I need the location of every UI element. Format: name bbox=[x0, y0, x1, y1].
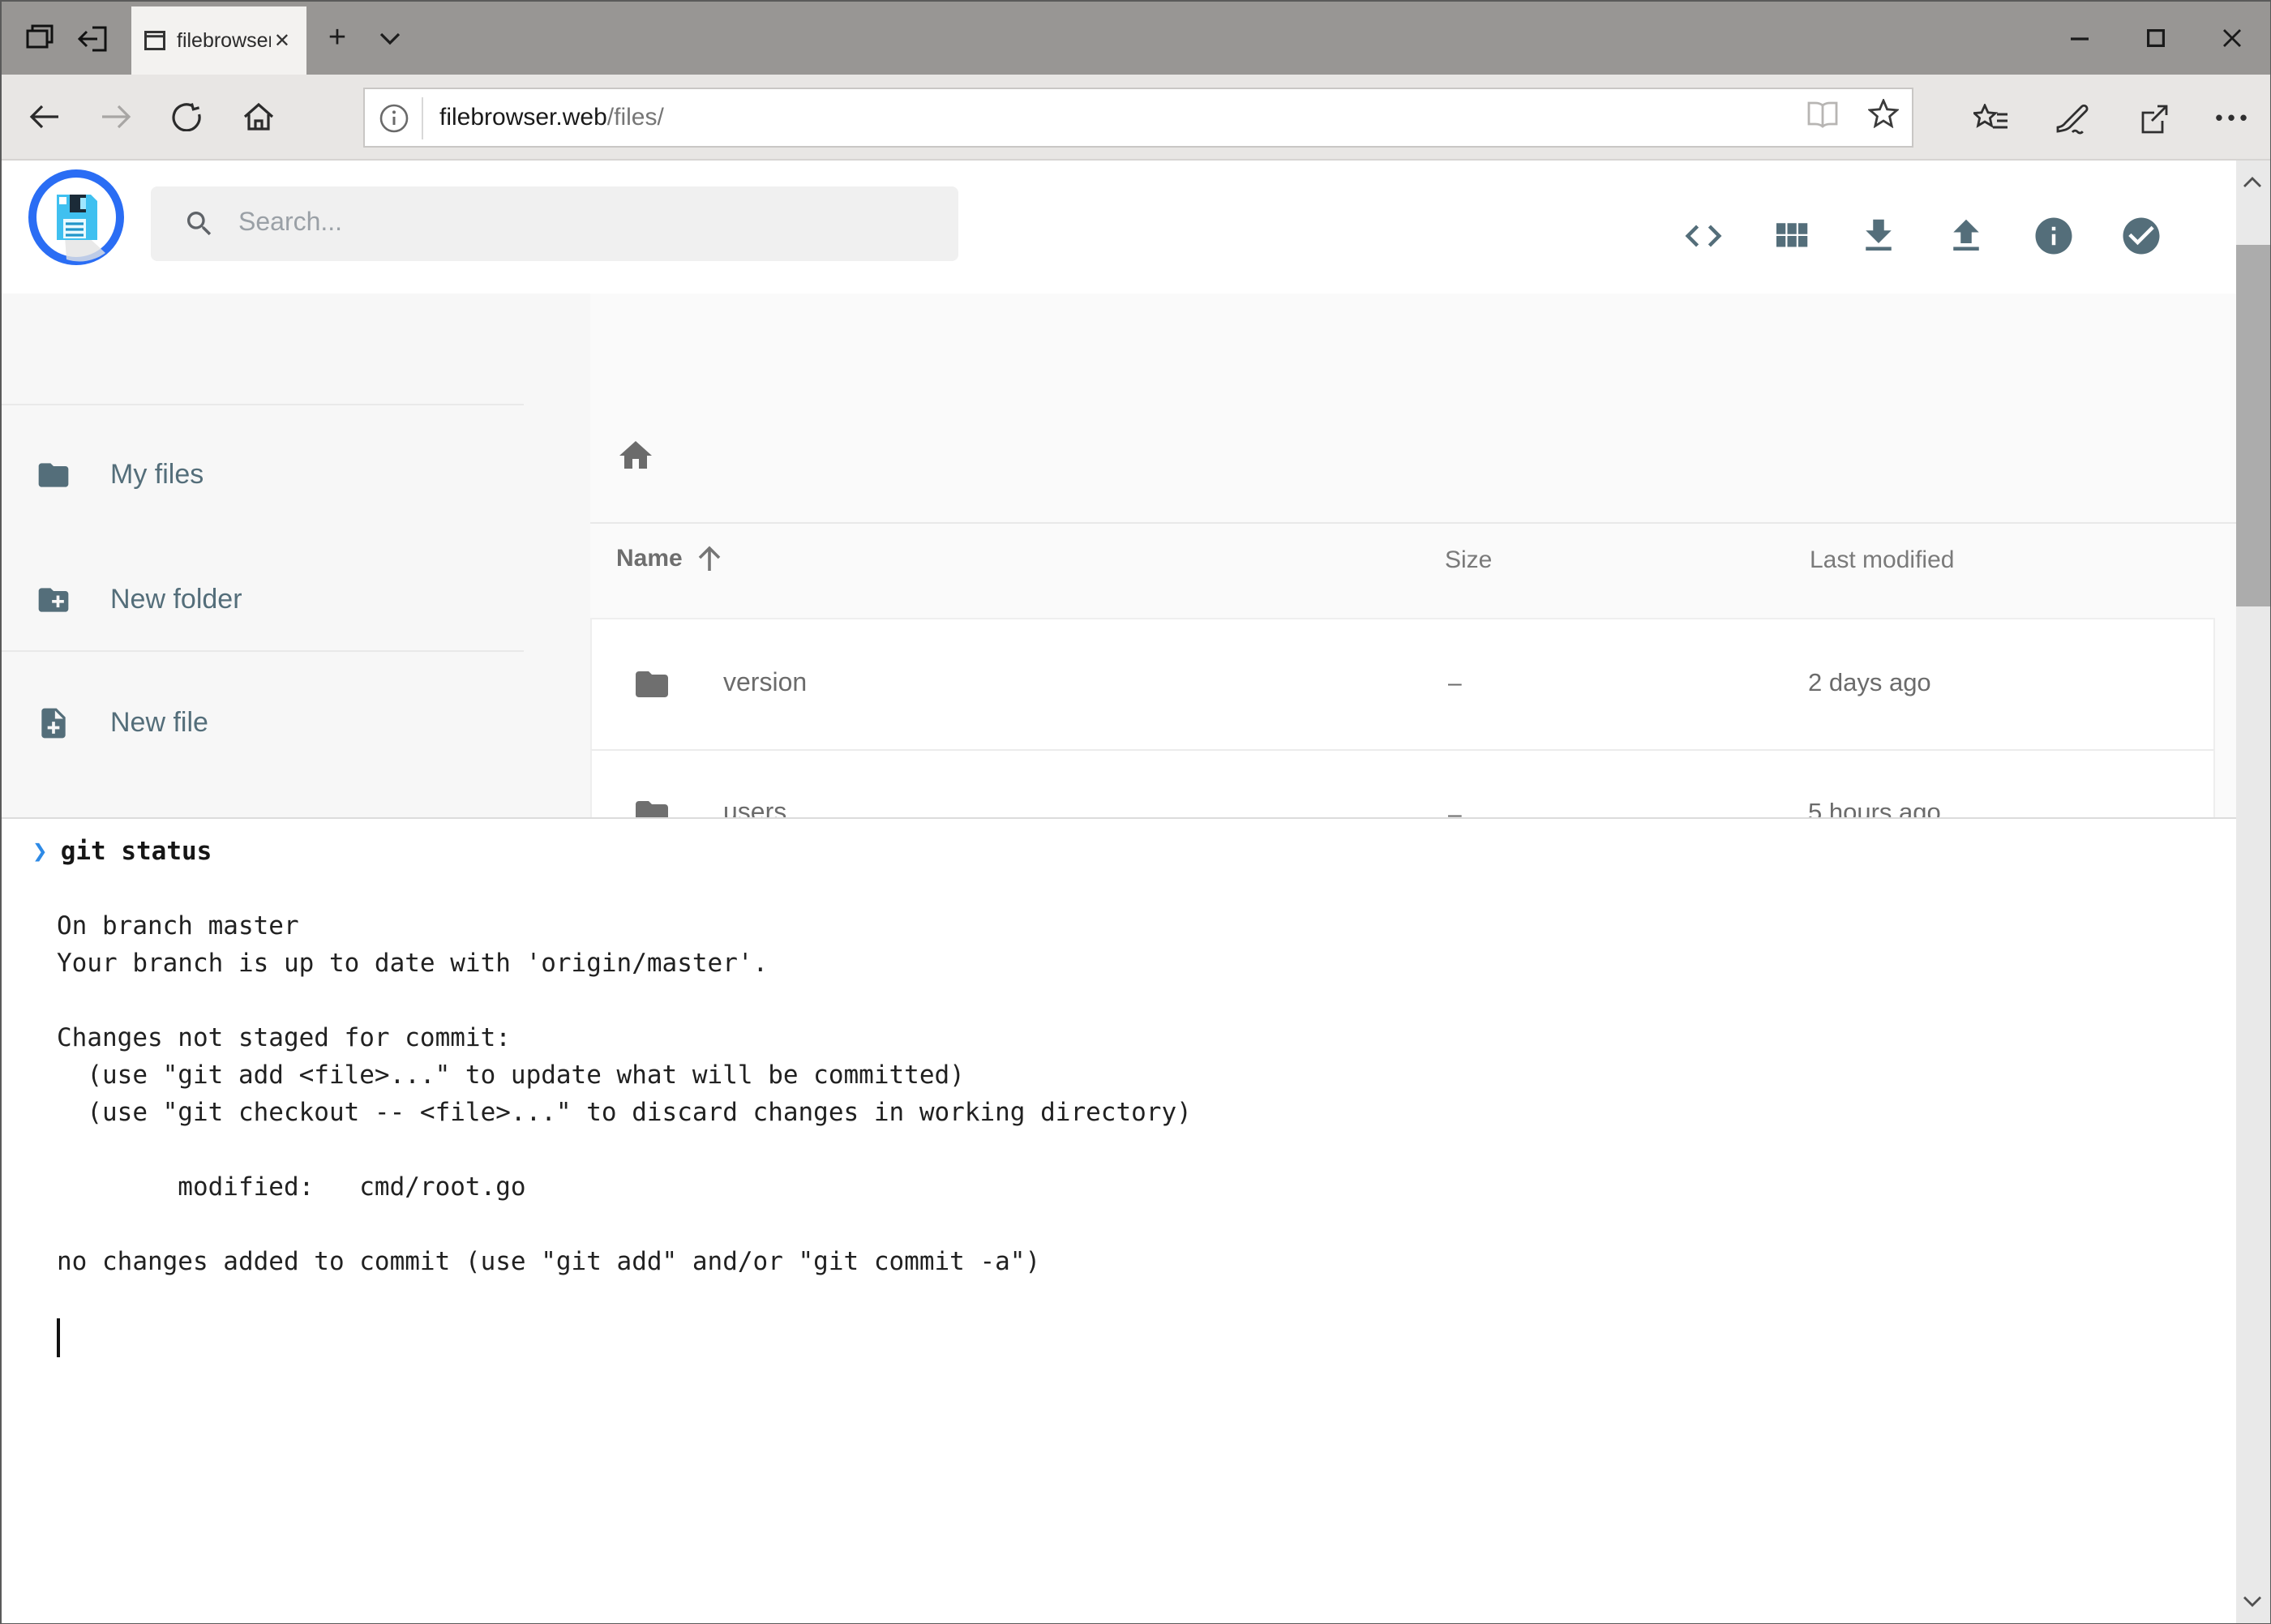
download-icon[interactable] bbox=[1856, 214, 1900, 258]
page-icon bbox=[144, 31, 165, 50]
terminal-output-line: modified: cmd/root.go bbox=[57, 1169, 2269, 1206]
column-header-size[interactable]: Size bbox=[1445, 546, 1492, 574]
code-icon[interactable] bbox=[1681, 214, 1725, 258]
file-plus-icon bbox=[36, 705, 71, 741]
sort-ascending-icon bbox=[697, 545, 722, 572]
app-header bbox=[2, 161, 2235, 294]
folder-plus-icon bbox=[36, 582, 71, 618]
url-separator bbox=[422, 96, 423, 139]
terminal-panel[interactable]: ❯ git status On branch masterYour branch i… bbox=[2, 817, 2269, 1622]
header-divider bbox=[590, 522, 2235, 524]
page-scrollbar[interactable] bbox=[2235, 161, 2269, 1622]
tab-title: filebrowser bbox=[177, 29, 271, 52]
browser-tab[interactable]: filebrowser ✕ bbox=[131, 6, 306, 75]
home-button[interactable] bbox=[222, 74, 294, 160]
terminal-output-line: Changes not staged for commit: bbox=[57, 1020, 2269, 1057]
sidebar-item-new-folder[interactable]: New folder bbox=[2, 564, 590, 636]
set-tabs-aside-icon[interactable] bbox=[78, 25, 107, 51]
column-name-label: Name bbox=[616, 545, 683, 572]
tab-close-icon[interactable]: ✕ bbox=[271, 28, 294, 54]
terminal-output-line bbox=[57, 1206, 2269, 1244]
sidebar-item-label: New folder bbox=[110, 584, 242, 616]
sidebar-divider bbox=[2, 650, 524, 652]
terminal-cursor bbox=[57, 1318, 60, 1357]
terminal-prompt: ❯ bbox=[32, 837, 48, 866]
refresh-button[interactable] bbox=[151, 74, 222, 160]
file-name: version bbox=[723, 670, 1372, 699]
address-bar[interactable]: filebrowser.web/files/ bbox=[363, 88, 1913, 148]
new-tab-button[interactable]: + bbox=[310, 2, 365, 75]
web-note-pen-icon[interactable] bbox=[2042, 85, 2101, 150]
terminal-output-line: no changes added to commit (use "git add… bbox=[57, 1244, 2269, 1281]
grid-view-icon[interactable] bbox=[1768, 214, 1812, 258]
url-path: /files/ bbox=[607, 104, 664, 131]
scrollbar-thumb[interactable] bbox=[2235, 245, 2269, 606]
tab-preview-icon[interactable] bbox=[26, 24, 54, 52]
back-button[interactable] bbox=[8, 74, 79, 160]
scroll-up-icon[interactable] bbox=[2235, 161, 2269, 203]
terminal-output-line bbox=[57, 871, 2269, 908]
sidebar-item-my-files[interactable]: My files bbox=[2, 439, 590, 511]
terminal-command: git status bbox=[61, 837, 212, 866]
tab-preview-chevron-icon[interactable] bbox=[365, 2, 413, 75]
sidebar-item-label: New file bbox=[110, 707, 208, 739]
folder-icon bbox=[36, 457, 71, 493]
sidebar-divider bbox=[2, 404, 524, 405]
terminal-output-line bbox=[57, 983, 2269, 1020]
terminal-output-line: On branch master bbox=[57, 908, 2269, 945]
folder-icon bbox=[632, 665, 671, 704]
upload-icon[interactable] bbox=[1943, 214, 1987, 258]
terminal-output-line bbox=[57, 1281, 2269, 1318]
search-icon bbox=[183, 208, 216, 240]
maximize-button[interactable] bbox=[2117, 2, 2193, 75]
reading-view-icon[interactable] bbox=[1806, 100, 1839, 135]
file-row-version[interactable]: version – 2 days ago bbox=[590, 618, 2215, 748]
url-host: filebrowser.web bbox=[439, 104, 607, 131]
sidebar-item-label: My files bbox=[110, 459, 204, 491]
scroll-down-icon[interactable] bbox=[2235, 1580, 2269, 1622]
terminal-output-line: (use "git checkout -- <file>..." to disc… bbox=[57, 1095, 2269, 1132]
info-icon[interactable] bbox=[2031, 214, 2075, 258]
file-modified: 2 days ago bbox=[1808, 670, 1931, 699]
column-header-modified[interactable]: Last modified bbox=[1810, 546, 1954, 574]
terminal-output-line: (use "git add <file>..." to update what … bbox=[57, 1057, 2269, 1095]
search-box[interactable] bbox=[151, 186, 958, 261]
terminal-command-line: ❯ git status bbox=[32, 833, 2269, 871]
browser-window: filebrowser ✕ + bbox=[0, 0, 2271, 1624]
terminal-output-line bbox=[57, 1132, 2269, 1169]
check-circle-icon[interactable] bbox=[2119, 214, 2162, 258]
add-favorite-star-icon[interactable] bbox=[1868, 99, 1899, 136]
column-header-name[interactable]: Name bbox=[616, 545, 722, 572]
minimize-button[interactable] bbox=[2041, 2, 2117, 75]
file-size: – bbox=[1448, 671, 1462, 698]
page-content: My filesNew folderNew fileSettings Name … bbox=[2, 161, 2269, 1622]
filebrowser-logo[interactable] bbox=[28, 169, 125, 266]
share-icon[interactable] bbox=[2123, 85, 2182, 150]
search-input[interactable] bbox=[238, 209, 958, 238]
site-info-icon[interactable] bbox=[365, 103, 422, 132]
url-text[interactable]: filebrowser.web/files/ bbox=[439, 104, 1806, 131]
forward-button[interactable] bbox=[79, 74, 151, 160]
browser-toolbar: filebrowser.web/files/ ••• bbox=[2, 75, 2269, 161]
favorites-hub-icon[interactable] bbox=[1961, 85, 2020, 150]
breadcrumb-home-icon[interactable] bbox=[616, 436, 655, 475]
close-button[interactable] bbox=[2193, 2, 2269, 75]
sidebar-item-new-file[interactable]: New file bbox=[2, 688, 590, 759]
terminal-output-line: Your branch is up to date with 'origin/m… bbox=[57, 945, 2269, 983]
tab-bar: filebrowser ✕ + bbox=[2, 2, 2269, 75]
more-options-icon[interactable]: ••• bbox=[2205, 85, 2263, 150]
